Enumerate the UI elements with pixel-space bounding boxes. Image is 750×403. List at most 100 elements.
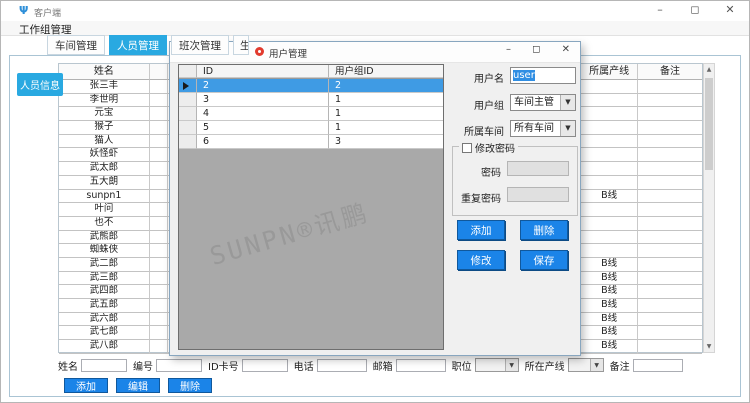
- column-header: 所属产线: [581, 64, 638, 80]
- usergroup-value: 车间主管: [514, 97, 554, 108]
- app-logo-icon: Ψ: [19, 4, 28, 17]
- user-cell: 1: [329, 93, 443, 107]
- tab-4[interactable]: 生产管理: [233, 35, 249, 55]
- field-label: 姓名: [58, 358, 78, 373]
- dialog-删除-button[interactable]: 删除: [520, 220, 568, 240]
- username-input[interactable]: user: [510, 67, 576, 84]
- staff-cell: [638, 80, 702, 94]
- staff-cell: [581, 244, 638, 258]
- row-header[interactable]: [179, 93, 197, 107]
- row-header[interactable]: [179, 135, 197, 149]
- workshop-select[interactable]: 所有车间 ▼: [510, 120, 576, 137]
- user-row[interactable]: 63: [179, 135, 443, 149]
- user-row[interactable]: 51: [179, 121, 443, 135]
- minimize-button[interactable]: –: [649, 3, 671, 16]
- column-header: 备注: [638, 64, 702, 80]
- user-column-header: [179, 65, 197, 78]
- 姓名-input[interactable]: [81, 359, 127, 372]
- 所在产线-select[interactable]: ▼: [568, 358, 604, 372]
- staff-cell: 蜘蛛侠: [59, 244, 150, 258]
- change-password-checkbox[interactable]: [462, 143, 472, 153]
- field-label: 邮箱: [373, 358, 393, 373]
- 电话-input[interactable]: [317, 359, 367, 372]
- staff-cell: [150, 94, 168, 108]
- form-field: 备注: [610, 358, 683, 373]
- staff-cell: B线: [581, 285, 638, 299]
- form-field: 所在产线 ▼: [525, 358, 604, 373]
- 邮箱-input[interactable]: [396, 359, 446, 372]
- staff-cell: [150, 121, 168, 135]
- staff-cell: [150, 326, 168, 340]
- staff-cell: [638, 148, 702, 162]
- staff-删除-button[interactable]: 删除: [168, 378, 212, 393]
- staff-cell: [581, 231, 638, 245]
- maximize-button[interactable]: ◻: [684, 3, 706, 16]
- scroll-up-icon[interactable]: ▲: [704, 64, 714, 75]
- chevron-down-icon[interactable]: ▼: [560, 95, 575, 110]
- staff-cell: [638, 162, 702, 176]
- form-field: 邮箱: [373, 358, 446, 373]
- staff-添加-button[interactable]: 添加: [64, 378, 108, 393]
- change-password-groupbox: 修改密码 密码 重复密码: [452, 146, 578, 216]
- 职位-select[interactable]: ▼: [475, 358, 519, 372]
- chevron-down-icon[interactable]: ▼: [505, 359, 518, 371]
- staff-cell: 武二郎: [59, 258, 150, 272]
- user-column-header: 用户组ID: [329, 65, 443, 78]
- staff-cell: B线: [581, 190, 638, 204]
- staff-cell: [638, 313, 702, 327]
- usergroup-select[interactable]: 车间主管 ▼: [510, 94, 576, 111]
- username-value: user: [513, 70, 535, 81]
- 编号-input[interactable]: [156, 359, 202, 372]
- staff-cell: [638, 217, 702, 231]
- staff-cell: [638, 340, 702, 354]
- close-button[interactable]: ✕: [719, 3, 741, 16]
- scroll-down-icon[interactable]: ▼: [704, 341, 714, 352]
- app-title: 客户端: [34, 6, 61, 19]
- staff-table-scrollbar[interactable]: ▲ ▼: [703, 63, 715, 353]
- user-table: ID用户组ID2231415163 SUNPN®讯鹏: [178, 64, 444, 350]
- 备注-input[interactable]: [633, 359, 683, 372]
- workshop-value: 所有车间: [514, 123, 554, 134]
- staff-cell: [150, 258, 168, 272]
- dialog-close-button[interactable]: ✕: [562, 44, 570, 55]
- dialog-添加-button[interactable]: 添加: [457, 220, 505, 240]
- dialog-minimize-button[interactable]: –: [506, 44, 511, 55]
- sidebar-item-personnel-info[interactable]: 人员信息: [17, 73, 63, 96]
- form-field: 职位▼: [452, 358, 519, 373]
- user-row[interactable]: 31: [179, 93, 443, 107]
- dialog-title: 用户管理: [269, 46, 307, 60]
- chevron-down-icon[interactable]: ▼: [590, 359, 603, 371]
- staff-cell: [150, 107, 168, 121]
- dialog-window-controls: – ◻ ✕: [506, 44, 570, 55]
- staff-cell: [638, 258, 702, 272]
- workshop-label: 所属车间: [438, 123, 504, 138]
- user-row[interactable]: 41: [179, 107, 443, 121]
- staff-cell: [581, 217, 638, 231]
- staff-cell: 武六郎: [59, 313, 150, 327]
- field-label: 所在产线: [525, 358, 565, 373]
- staff-编辑-button[interactable]: 编辑: [116, 378, 160, 393]
- usergroup-label: 用户组: [448, 97, 504, 112]
- ID卡号-input[interactable]: [242, 359, 288, 372]
- staff-cell: [638, 121, 702, 135]
- user-cell: 4: [197, 107, 329, 121]
- tab-3[interactable]: 班次管理: [171, 35, 229, 55]
- user-management-dialog: 用户管理 – ◻ ✕ ID用户组ID2231415163 SUNPN®讯鹏 用户…: [169, 41, 581, 356]
- user-row[interactable]: 22: [179, 79, 443, 93]
- chevron-down-icon[interactable]: ▼: [560, 121, 575, 136]
- row-header[interactable]: [179, 79, 197, 93]
- form-field: 编号: [133, 358, 202, 373]
- tab-2[interactable]: 人员管理: [109, 35, 167, 55]
- staff-cell: [150, 272, 168, 286]
- scrollbar-thumb[interactable]: [705, 78, 713, 170]
- password-input[interactable]: [507, 161, 569, 176]
- row-header[interactable]: [179, 121, 197, 135]
- dialog-maximize-button[interactable]: ◻: [532, 44, 540, 55]
- row-header[interactable]: [179, 107, 197, 121]
- repeat-password-input[interactable]: [507, 187, 569, 202]
- staff-cell: [150, 190, 168, 204]
- staff-cell: [638, 176, 702, 190]
- dialog-修改-button[interactable]: 修改: [457, 250, 505, 270]
- dialog-保存-button[interactable]: 保存: [520, 250, 568, 270]
- tab-1[interactable]: 车间管理: [47, 35, 105, 55]
